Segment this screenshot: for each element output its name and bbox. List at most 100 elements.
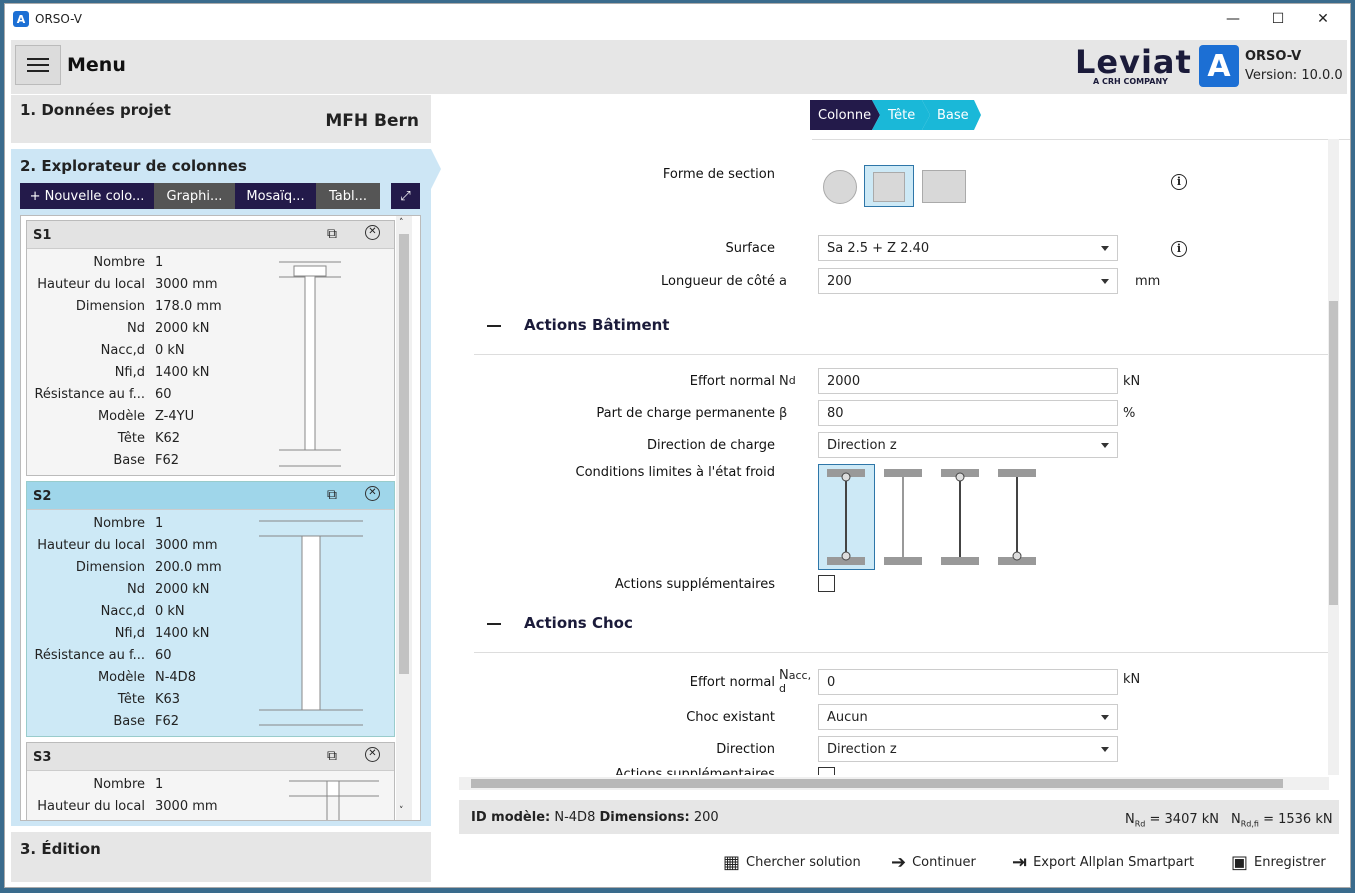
impact-normal-force-unit: kN (1123, 672, 1141, 687)
card-field-label: Nfi,d (114, 365, 145, 380)
project-name: MFH Bern (325, 111, 419, 131)
app-icon: A (13, 11, 29, 27)
collapse-icon[interactable] (487, 325, 501, 327)
card-field-label: Tête (117, 431, 145, 446)
hamburger-menu-button[interactable] (15, 45, 61, 85)
card-field-value: F62 (155, 453, 180, 468)
crumb-colonne[interactable]: Colonne (810, 100, 872, 130)
side-length-label: Longueur de côté (661, 274, 775, 289)
continue-button[interactable]: ➔ Continuer (891, 852, 976, 873)
shape-square-option[interactable] (864, 165, 914, 207)
info-icon[interactable]: i (1171, 241, 1187, 257)
card-field-value: 3000 mm (155, 799, 218, 814)
graphic-view-button[interactable]: Graphi... (154, 183, 235, 209)
app-name: ORSO-V (1245, 49, 1302, 64)
card-field-value: 3000 mm (155, 277, 218, 292)
save-button[interactable]: ▣ Enregistrer (1231, 852, 1326, 873)
section-project-data[interactable]: 1. Données projet MFH Bern (11, 95, 431, 143)
normal-force-unit: kN (1123, 374, 1141, 389)
card-field-label: Nombre (93, 516, 145, 531)
app-version: Version: 10.0.0 (1245, 68, 1343, 83)
info-icon[interactable]: i (1171, 174, 1187, 190)
search-solution-button[interactable]: ▦ Chercher solution (723, 852, 861, 873)
impact-additional-actions-row: Actions supplémentaires (614, 767, 775, 775)
card-field-value: 1 (155, 255, 164, 270)
card-field-value: 3000 mm (155, 538, 218, 553)
title-bar: A ORSO-V — ☐ ✕ (5, 4, 1350, 34)
card-field-value: K62 (155, 431, 181, 446)
copy-icon[interactable]: ⧉ (327, 748, 337, 764)
section-edition[interactable]: 3. Édition (11, 832, 431, 882)
card-header: S1 ⧉ ✕ (27, 221, 394, 249)
copy-icon[interactable]: ⧉ (327, 226, 337, 242)
card-field-label: Dimension (75, 299, 145, 314)
surface-select[interactable]: Sa 2.5 + Z 2.40 (818, 235, 1118, 261)
impact-direction-select[interactable]: Direction z (818, 736, 1118, 762)
actions-batiment-title[interactable]: Actions Bâtiment (524, 316, 669, 334)
column-drawing (279, 261, 341, 467)
impact-additional-actions-checkbox[interactable] (818, 767, 835, 775)
status-bar: ID modèle: N-4D8 Dimensions: 200 NRd = 3… (459, 800, 1339, 834)
card-field-value: 1400 kN (155, 365, 210, 380)
list-scrollbar[interactable]: ˄ ˅ (396, 216, 412, 820)
crumb-tete[interactable]: Tête (880, 100, 930, 130)
arrow-right-icon: ➔ (891, 852, 907, 873)
column-drawing (259, 520, 363, 726)
impact-normal-force-input[interactable]: 0 (818, 669, 1118, 695)
close-button[interactable]: ✕ (1300, 4, 1346, 34)
shape-rectangle-option[interactable] (922, 170, 966, 203)
column-card-s2[interactable]: S2 ⧉ ✕ Nombre 1 Hauteur du local 3000 mm Dim… (26, 481, 395, 737)
card-field-label: Dimension (75, 560, 145, 575)
load-direction-select[interactable]: Direction z (818, 432, 1118, 458)
card-field-value: 1400 kN (155, 626, 210, 641)
crumb-base[interactable]: Base (929, 100, 979, 130)
actions-choc-title[interactable]: Actions Choc (524, 614, 633, 632)
mosaic-view-button[interactable]: Mosaïq... (235, 183, 316, 209)
card-field-label: Résistance au f... (34, 387, 145, 402)
remove-icon[interactable]: ✕ (365, 747, 380, 762)
boundary-pinned-fixed-option[interactable] (936, 464, 991, 570)
permanent-load-unit: % (1123, 406, 1136, 421)
boundary-fixed-pinned-option[interactable] (993, 464, 1048, 570)
copy-icon[interactable]: ⧉ (327, 487, 337, 503)
existing-impact-select[interactable]: Aucun (818, 704, 1118, 730)
remove-icon[interactable]: ✕ (365, 225, 380, 240)
card-field-label: Tête (117, 692, 145, 707)
section-title: 1. Données projet (20, 101, 171, 119)
remove-icon[interactable]: ✕ (365, 486, 380, 501)
column-card-s1[interactable]: S1 ⧉ ✕ Nombre 1 Hauteur du local 3000 mm Dim… (26, 220, 395, 476)
card-name: S1 (33, 228, 52, 243)
expand-icon[interactable]: ⤢ (391, 183, 420, 209)
card-header: S2 ⧉ ✕ (27, 482, 394, 510)
card-field-value: 200.0 mm (155, 560, 222, 575)
export-icon: ⇥ (1012, 852, 1028, 873)
normal-force-input[interactable]: 2000 (818, 368, 1118, 394)
nrdfi-value: NRd,fi = 1536 kN (1231, 812, 1333, 829)
new-column-button[interactable]: + Nouvelle colo... (20, 183, 154, 209)
form-vertical-scrollbar[interactable] (1328, 139, 1339, 775)
column-list[interactable]: S1 ⧉ ✕ Nombre 1 Hauteur du local 3000 mm Dim… (20, 215, 421, 821)
form-horizontal-scrollbar[interactable] (459, 777, 1329, 790)
nrd-value: NRd = 3407 kN (1125, 812, 1220, 829)
maximize-button[interactable]: ☐ (1255, 4, 1301, 34)
permanent-load-input[interactable]: 80 (818, 400, 1118, 426)
section-title: 2. Explorateur de colonnes (20, 157, 247, 175)
card-field-label: Base (113, 714, 145, 729)
card-field-label: Modèle (97, 670, 145, 685)
additional-actions-checkbox[interactable] (818, 575, 835, 592)
card-field-label: Nd (127, 582, 145, 597)
export-allplan-button[interactable]: ⇥ Export Allplan Smartpart (1012, 852, 1194, 873)
boundary-fixed-fixed-option[interactable] (879, 464, 934, 570)
minimize-button[interactable]: — (1210, 4, 1256, 34)
crh-tagline: A CRH COMPANY (1093, 77, 1168, 86)
main-form: Colonne Tête Base Forme de section i Sur… (459, 95, 1350, 791)
table-view-button[interactable]: Tabl... (316, 183, 380, 209)
collapse-icon[interactable] (487, 623, 501, 625)
side-length-select[interactable]: 200 (818, 268, 1118, 294)
card-field-label: Nfi,d (114, 626, 145, 641)
column-card-s3[interactable]: S3 ⧉ ✕ Nombre 1 Hauteur du local 3000 mm (26, 742, 395, 820)
shape-circle-option[interactable] (823, 170, 857, 204)
calculator-icon: ▦ (723, 852, 741, 873)
card-field-value: 2000 kN (155, 321, 210, 336)
impact-direction-label: Direction (716, 742, 775, 757)
